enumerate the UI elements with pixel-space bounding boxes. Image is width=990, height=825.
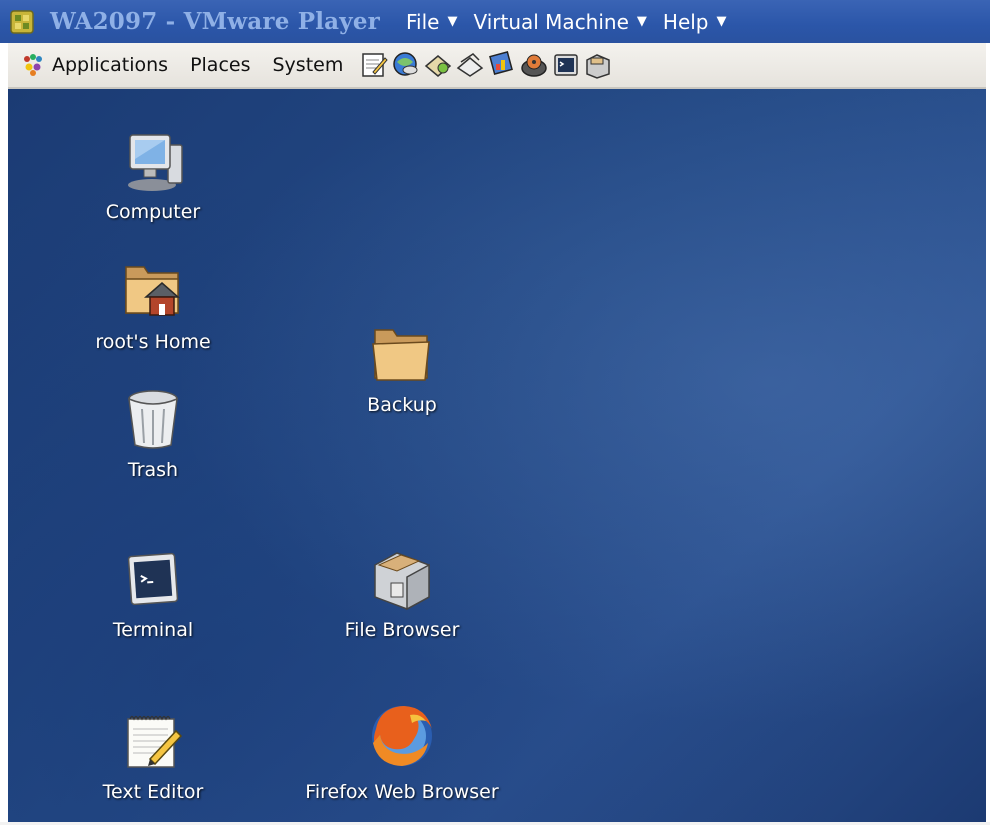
- terminal-icon[interactable]: [551, 50, 581, 80]
- desktop-icon-firefox[interactable]: Firefox Web Browser: [302, 699, 502, 803]
- panel-menu-applications[interactable]: Applications: [52, 54, 168, 76]
- window-left-border: [0, 43, 8, 825]
- window-right-border: [986, 43, 990, 825]
- desktop-icon-computer[interactable]: Computer: [53, 129, 253, 223]
- menu-help-label: Help: [662, 9, 709, 34]
- desktop-icon-label: File Browser: [344, 619, 460, 641]
- desktop-icon-label: Firefox Web Browser: [305, 781, 499, 803]
- file-browser-icon[interactable]: [583, 50, 613, 80]
- gnome-top-panel: Applications Places System: [8, 43, 986, 89]
- panel-menu-places[interactable]: Places: [190, 54, 250, 76]
- presentation-icon[interactable]: [487, 50, 517, 80]
- menu-virtual-machine-label: Virtual Machine: [473, 9, 629, 34]
- messenger-icon[interactable]: [455, 50, 485, 80]
- desktop-icon-label: root's Home: [95, 331, 211, 353]
- desktop-icon-backup[interactable]: Backup: [302, 322, 502, 416]
- desktop-icon-text-editor[interactable]: Text Editor: [53, 709, 253, 803]
- desktop-icon-trash[interactable]: Trash: [53, 387, 253, 481]
- text-editor-icon[interactable]: [359, 50, 389, 80]
- vmware-logo-icon: [10, 9, 34, 34]
- desktop-icon-file-browser[interactable]: File Browser: [302, 547, 502, 641]
- menu-help[interactable]: Help ▼: [663, 10, 727, 34]
- menu-file[interactable]: File ▼: [406, 10, 457, 34]
- mail-icon[interactable]: [423, 50, 453, 80]
- window-title: WA2097 - VMware Player: [50, 8, 380, 35]
- desktop[interactable]: Computer root's Home Trash Backup Termin…: [8, 89, 986, 822]
- desktop-icon-label: Text Editor: [102, 781, 204, 803]
- desktop-icon-terminal[interactable]: Terminal: [53, 547, 253, 641]
- desktop-icon-label: Computer: [105, 201, 201, 223]
- file-browser-icon: [374, 552, 430, 611]
- text-editor-icon: [127, 715, 183, 768]
- desktop-icon-label: Terminal: [112, 619, 194, 641]
- vmware-title-bar: WA2097 - VMware Player File ▼ Virtual Ma…: [0, 0, 990, 43]
- network-icon[interactable]: [391, 50, 421, 80]
- media-player-icon[interactable]: [519, 50, 549, 80]
- firefox-icon: [372, 706, 432, 766]
- folder-icon: [372, 329, 430, 381]
- gnome-foot-icon[interactable]: [20, 52, 46, 78]
- terminal-icon: [127, 552, 179, 606]
- computer-icon: [128, 134, 183, 191]
- chevron-down-icon: ▼: [716, 14, 727, 29]
- home-folder-icon: [125, 266, 180, 316]
- chevron-down-icon: ▼: [447, 14, 458, 29]
- menu-file-label: File: [406, 9, 440, 34]
- trash-icon: [128, 390, 178, 449]
- menu-virtual-machine[interactable]: Virtual Machine ▼: [473, 10, 646, 34]
- desktop-icon-label: Backup: [367, 394, 437, 416]
- desktop-icon-label: Trash: [127, 459, 179, 481]
- panel-launchers: [359, 50, 615, 80]
- chevron-down-icon: ▼: [636, 14, 647, 29]
- desktop-icon-home[interactable]: root's Home: [53, 257, 253, 353]
- panel-menu-system[interactable]: System: [272, 54, 343, 76]
